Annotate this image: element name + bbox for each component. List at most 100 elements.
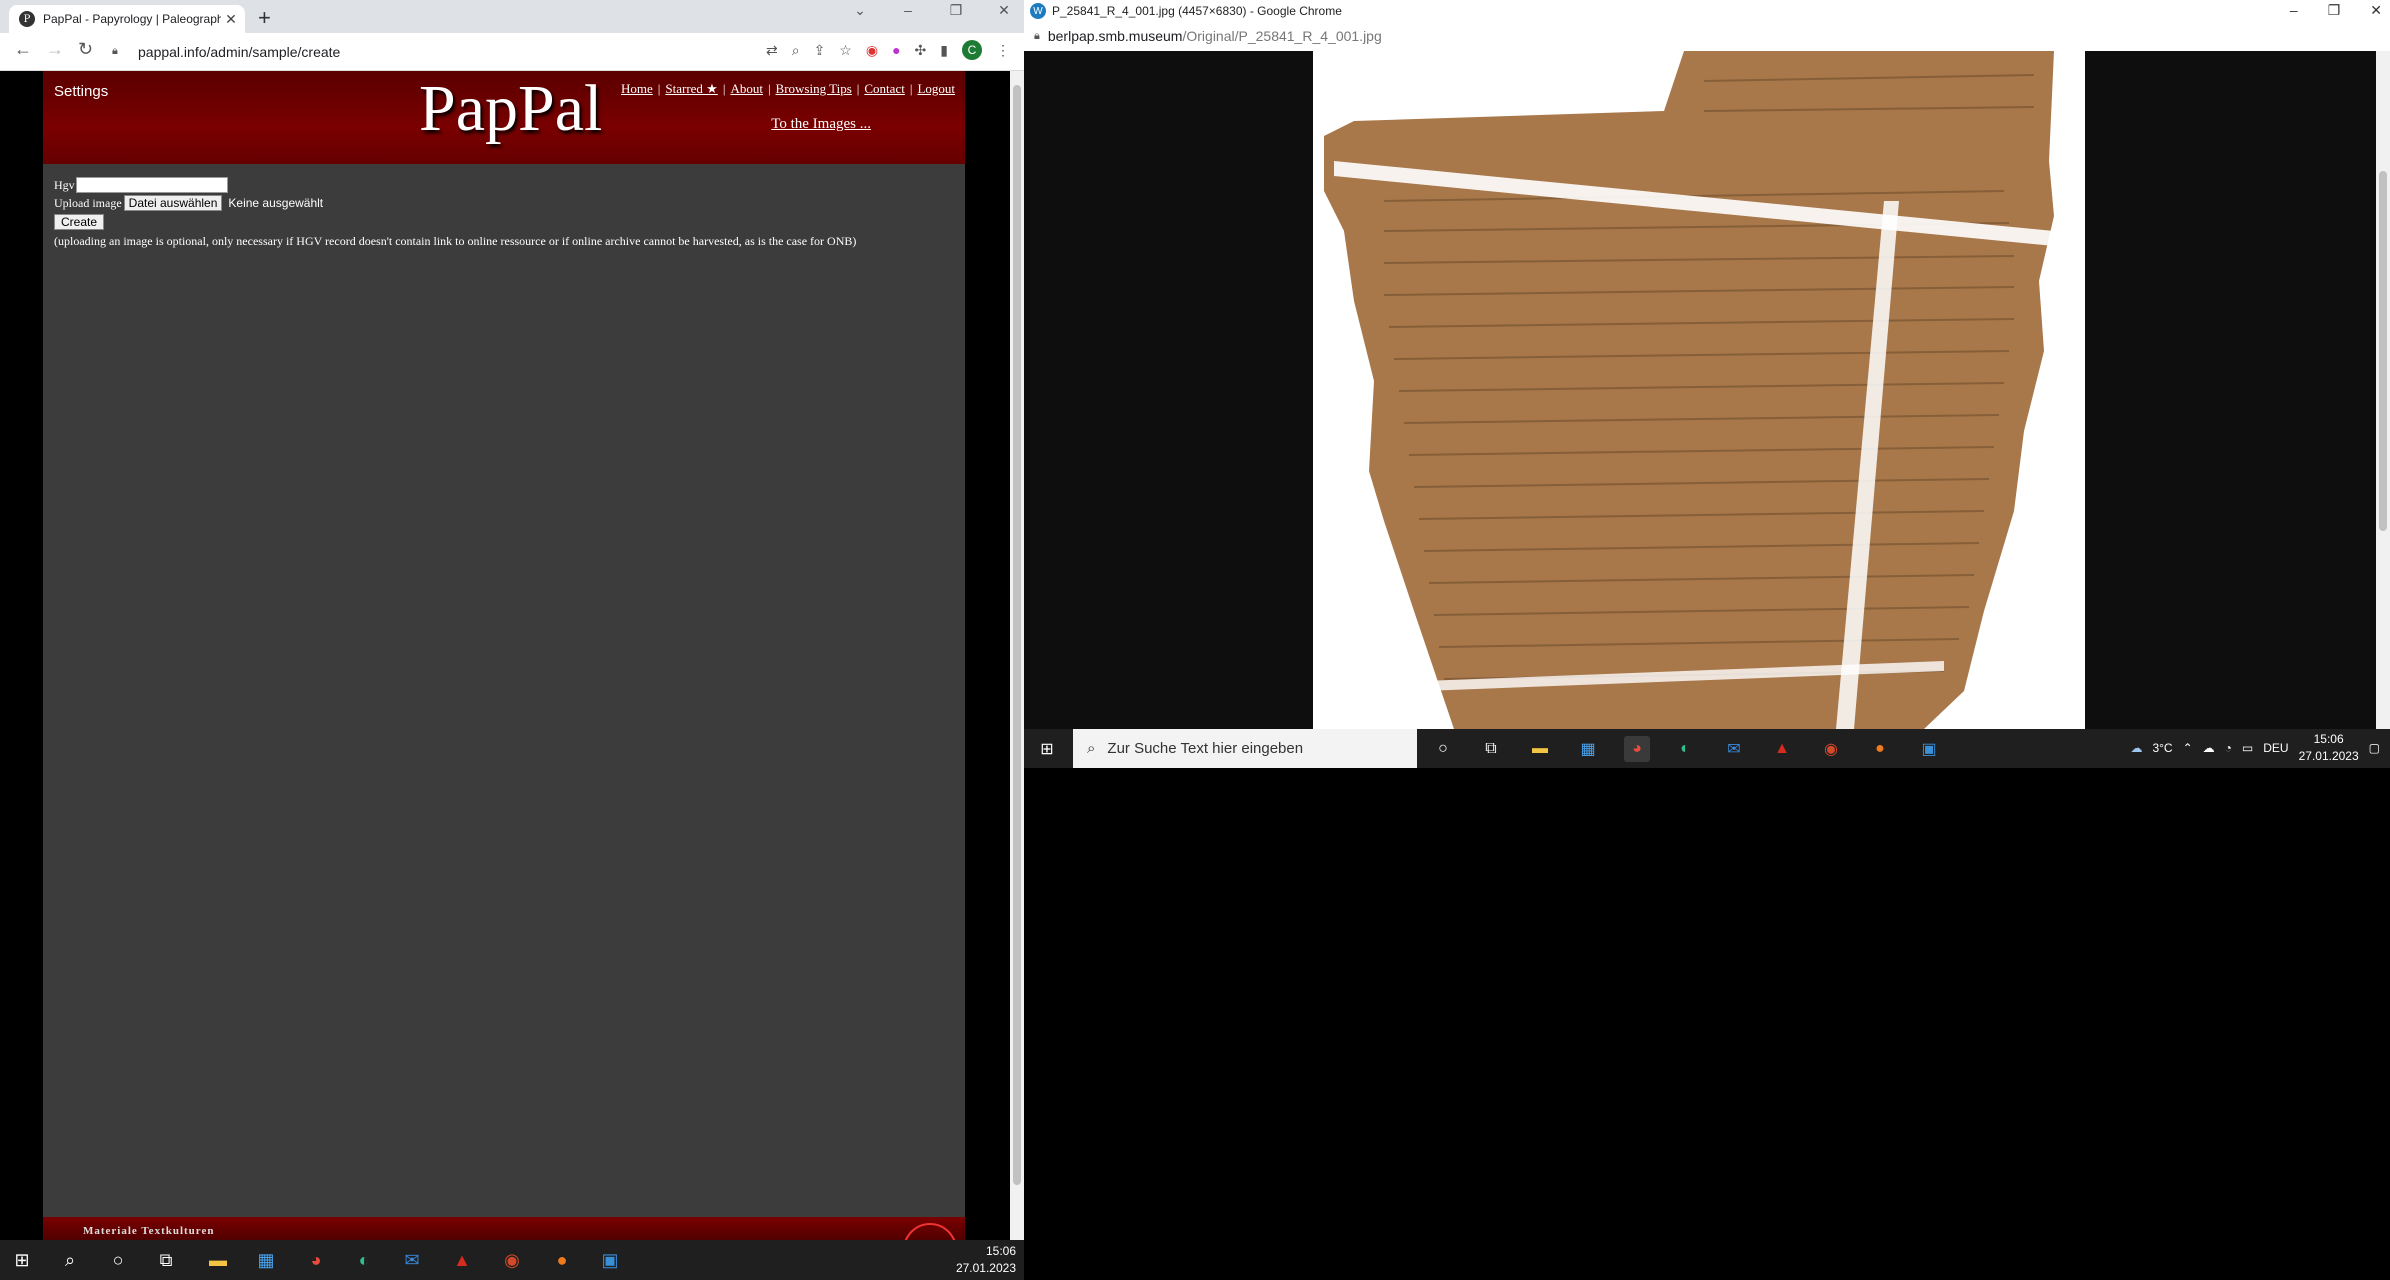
acrobat-icon[interactable]: ▲ xyxy=(1769,736,1795,762)
nav-about[interactable]: About xyxy=(730,81,763,96)
firefox-icon[interactable]: ● xyxy=(548,1246,576,1274)
choose-file-button[interactable]: Datei auswählen xyxy=(123,195,223,211)
left-clock[interactable]: 15:06 27.01.2023 xyxy=(956,1243,1016,1277)
to-images-link[interactable]: To the Images ... xyxy=(771,116,871,133)
edge-icon[interactable]: ◐ xyxy=(1672,736,1698,762)
task-view-icon[interactable]: ⧉ xyxy=(152,1246,180,1274)
extension-shield-icon[interactable]: ◉ xyxy=(866,42,878,59)
notification-icon[interactable]: ▢ xyxy=(2369,741,2380,755)
pappal-page: Settings PapPal Home | Starred ★ | About | Bro… xyxy=(43,71,965,1277)
acrobat-icon[interactable]: ▲ xyxy=(448,1246,476,1274)
photos-icon[interactable]: ▣ xyxy=(1916,736,1942,762)
puzzle-icon[interactable]: ✣ xyxy=(915,42,927,59)
url-text: pappal.info/admin/sample/create xyxy=(138,44,341,60)
right-monitor: W P_25841_R_4_001.jpg (4457×6830) - Goog… xyxy=(1024,0,2390,768)
hgv-row: Hgv xyxy=(54,176,856,194)
bookmark-star-icon[interactable]: ☆ xyxy=(839,42,852,59)
onedrive-icon[interactable]: ☁ xyxy=(2203,741,2215,755)
nav-contact[interactable]: Contact xyxy=(864,81,904,96)
menu-dots-icon[interactable]: ⋮ xyxy=(996,42,1010,59)
forward-icon[interactable]: → xyxy=(46,39,64,60)
window-controls: ⌄ – ❐ ✕ xyxy=(850,2,1014,19)
papyrus-image[interactable] xyxy=(1024,51,2376,729)
windows-start-icon[interactable]: ⊞ xyxy=(8,1246,36,1274)
tab-search-icon[interactable]: ⌄ xyxy=(850,2,870,19)
new-tab-icon[interactable]: + xyxy=(258,5,271,31)
left-monitor: P PapPal - Papyrology | Paleograph ✕ + ⌄… xyxy=(0,0,1024,1280)
reload-icon[interactable]: ↻ xyxy=(78,39,93,60)
create-button[interactable]: Create xyxy=(54,213,105,230)
chrome-icon[interactable]: ◕ xyxy=(302,1246,330,1274)
nav-browsing-tips[interactable]: Browsing Tips xyxy=(776,81,852,96)
firefox-icon[interactable]: ● xyxy=(1867,736,1893,762)
language-indicator[interactable]: DEU xyxy=(2263,741,2288,755)
chrome-icon[interactable]: ◕ xyxy=(1624,736,1650,762)
right-date: 27.01.2023 xyxy=(2298,749,2359,763)
cortana-icon[interactable]: ○ xyxy=(104,1246,132,1274)
search-icon: ⌕ xyxy=(1087,740,1096,757)
settings-link[interactable]: Settings xyxy=(54,83,108,100)
nav-logout[interactable]: Logout xyxy=(917,81,955,96)
minimize-icon[interactable]: – xyxy=(2290,2,2298,19)
system-tray: ☁ 3°C ⌃ ☁ ◔ ▭ DEU 15:06 27.01.2023 ▢ xyxy=(2130,731,2380,765)
image-viewport xyxy=(1024,51,2376,729)
close-tab-icon[interactable]: ✕ xyxy=(221,11,241,28)
page-scrollbar[interactable] xyxy=(1010,71,1024,1240)
minimize-icon[interactable]: – xyxy=(898,2,918,19)
image-window-title: P_25841_R_4_001.jpg (4457×6830) - Google… xyxy=(1052,4,1342,18)
scrollbar-thumb[interactable] xyxy=(1013,85,1021,1185)
left-time: 15:06 xyxy=(985,1244,1016,1258)
windows-start-icon[interactable]: ⊞ xyxy=(1034,736,1060,762)
sidepanel-icon[interactable]: ▮ xyxy=(940,42,948,59)
right-clock[interactable]: 15:06 27.01.2023 xyxy=(2299,731,2359,765)
right-taskbar: ⊞ ⌕ Zur Suche Text hier eingeben ○ ⧉ ▬ ▦… xyxy=(1024,729,2390,768)
weather-temp[interactable]: 3°C xyxy=(2152,741,2172,755)
nav-separator: | xyxy=(657,81,661,96)
zoom-icon[interactable]: ⌕ xyxy=(792,42,800,59)
share-icon[interactable]: ⇪ xyxy=(814,42,826,59)
image-scrollbar[interactable] xyxy=(2376,51,2390,729)
file-explorer-icon[interactable]: ▬ xyxy=(204,1246,232,1274)
url-path: /Original/P_25841_R_4_001.jpg xyxy=(1182,28,1382,44)
pappal-logo[interactable]: PapPal xyxy=(419,71,602,147)
back-icon[interactable]: ← xyxy=(14,39,32,60)
image-window-titlebar: W P_25841_R_4_001.jpg (4457×6830) - Goog… xyxy=(1024,0,2390,22)
photos-icon[interactable]: ▣ xyxy=(596,1246,624,1274)
create-row: Create xyxy=(54,212,856,230)
nav-separator: | xyxy=(909,81,913,96)
scrollbar-thumb[interactable] xyxy=(2379,171,2387,531)
taskbar-search[interactable]: ⌕ Zur Suche Text hier eingeben xyxy=(1073,729,1417,768)
extension-pink-icon[interactable]: ● xyxy=(892,42,900,58)
cortana-icon[interactable]: ○ xyxy=(1430,736,1456,762)
battery-icon[interactable]: ▭ xyxy=(2242,741,2253,755)
image-address-bar[interactable]: 🔒︎ berlpap.smb.museum /Original/P_25841_… xyxy=(1024,22,2390,50)
powerpoint-icon[interactable]: ◉ xyxy=(498,1246,526,1274)
file-explorer-icon[interactable]: ▬ xyxy=(1527,736,1553,762)
url-host: berlpap.smb.museum xyxy=(1047,28,1183,44)
page-header: Settings PapPal Home | Starred ★ | About | Bro… xyxy=(43,71,965,164)
nav-starred[interactable]: Starred ★ xyxy=(665,81,717,96)
restore-icon[interactable]: ❐ xyxy=(946,2,966,19)
search-icon[interactable]: ⌕ xyxy=(56,1246,84,1274)
nav-home[interactable]: Home xyxy=(621,81,653,96)
upload-row: Upload image Datei auswählen Keine ausge… xyxy=(54,194,856,212)
restore-icon[interactable]: ❐ xyxy=(2328,2,2341,19)
cloud-weather-icon[interactable]: ☁ xyxy=(2130,741,2142,755)
mail-icon[interactable]: ✉ xyxy=(1721,736,1747,762)
edge-icon[interactable]: ◐ xyxy=(350,1246,378,1274)
network-icon[interactable]: ◔ xyxy=(2225,741,2232,755)
tray-chevron-icon[interactable]: ⌃ xyxy=(2183,741,2193,755)
mail-icon[interactable]: ✉ xyxy=(398,1246,426,1274)
nav-separator: | xyxy=(722,81,726,96)
close-window-icon[interactable]: ✕ xyxy=(2370,2,2382,19)
tab-pappal[interactable]: P PapPal - Papyrology | Paleograph ✕ xyxy=(9,5,245,33)
powerpoint-icon[interactable]: ◉ xyxy=(1818,736,1844,762)
address-bar[interactable]: 🔒︎ pappal.info/admin/sample/create xyxy=(112,39,692,65)
hgv-input[interactable] xyxy=(75,177,228,193)
store-icon[interactable]: ▦ xyxy=(1575,736,1601,762)
translate-icon[interactable]: ⇄ xyxy=(766,42,778,59)
close-window-icon[interactable]: ✕ xyxy=(994,2,1014,19)
store-icon[interactable]: ▦ xyxy=(252,1246,280,1274)
profile-avatar[interactable]: C xyxy=(962,40,982,60)
task-view-icon[interactable]: ⧉ xyxy=(1478,736,1504,762)
